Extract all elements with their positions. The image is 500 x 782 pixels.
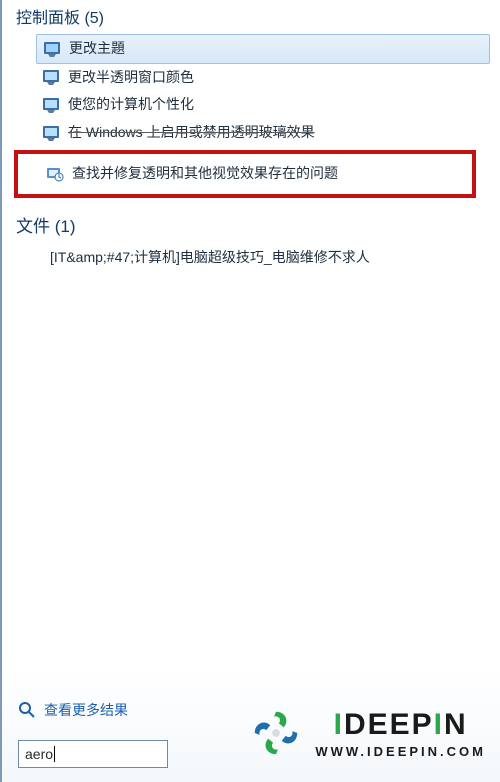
personalize-icon (43, 40, 61, 58)
personalize-icon (42, 68, 60, 86)
search-results-pane: 控制面板 (5) 更改主題 更改半透明窗口颜色 使您的计算机个性化 在 Wind… (0, 0, 500, 782)
item-label: 更改主題 (69, 39, 125, 59)
personalize-icon (42, 124, 60, 142)
see-more-label: 查看更多结果 (44, 700, 128, 720)
item-label: 使您的计算机个性化 (68, 95, 194, 115)
search-row: aero (18, 740, 168, 768)
item-label: 更改半透明窗口颜色 (68, 68, 194, 88)
search-icon (18, 701, 36, 719)
file-items: [IT&amp;#47;计算机]电脑超级技巧_电脑维修不求人 (2, 243, 500, 275)
text-caret (54, 746, 55, 762)
control-panel-header: 控制面板 (5) (2, 0, 500, 34)
see-more-results-link[interactable]: 查看更多结果 (18, 700, 128, 720)
item-label: 在 Windows 上启用或禁用透明玻璃效果 (68, 123, 315, 143)
personalize-icon (42, 96, 60, 114)
item-label: 查找并修复透明和其他视觉效果存在的问题 (72, 164, 338, 184)
search-input-value: aero (25, 746, 53, 762)
cp-item-window-color[interactable]: 更改半透明窗口颜色 (2, 64, 500, 92)
logo-brand-text: IDEEPIN (315, 708, 486, 742)
watermark-logo: IDEEPIN WWW.IDEEPIN.COM (247, 704, 486, 762)
search-input[interactable]: aero (18, 740, 168, 768)
troubleshoot-icon (46, 165, 64, 183)
file-label: [IT&amp;#47;计算机]电脑超级技巧_电脑维修不求人 (50, 247, 370, 267)
cp-item-troubleshoot-aero[interactable]: 查找并修复透明和其他视觉效果存在的问题 (18, 160, 472, 188)
cp-item-personalize[interactable]: 使您的计算机个性化 (2, 91, 500, 119)
cp-item-enable-glass[interactable]: 在 Windows 上启用或禁用透明玻璃效果 (2, 119, 500, 147)
control-panel-items: 更改主題 更改半透明窗口颜色 使您的计算机个性化 在 Windows 上启用或禁… (2, 34, 500, 210)
logo-swirl-icon (247, 704, 305, 762)
files-header: 文件 (1) (2, 210, 500, 243)
highlight-annotation: 查找并修复透明和其他视觉效果存在的问题 (14, 150, 476, 198)
logo-url-text: WWW.IDEEPIN.COM (315, 744, 486, 759)
cp-item-change-theme[interactable]: 更改主題 (36, 34, 490, 64)
file-item[interactable]: [IT&amp;#47;计算机]电脑超级技巧_电脑维修不求人 (2, 243, 500, 271)
